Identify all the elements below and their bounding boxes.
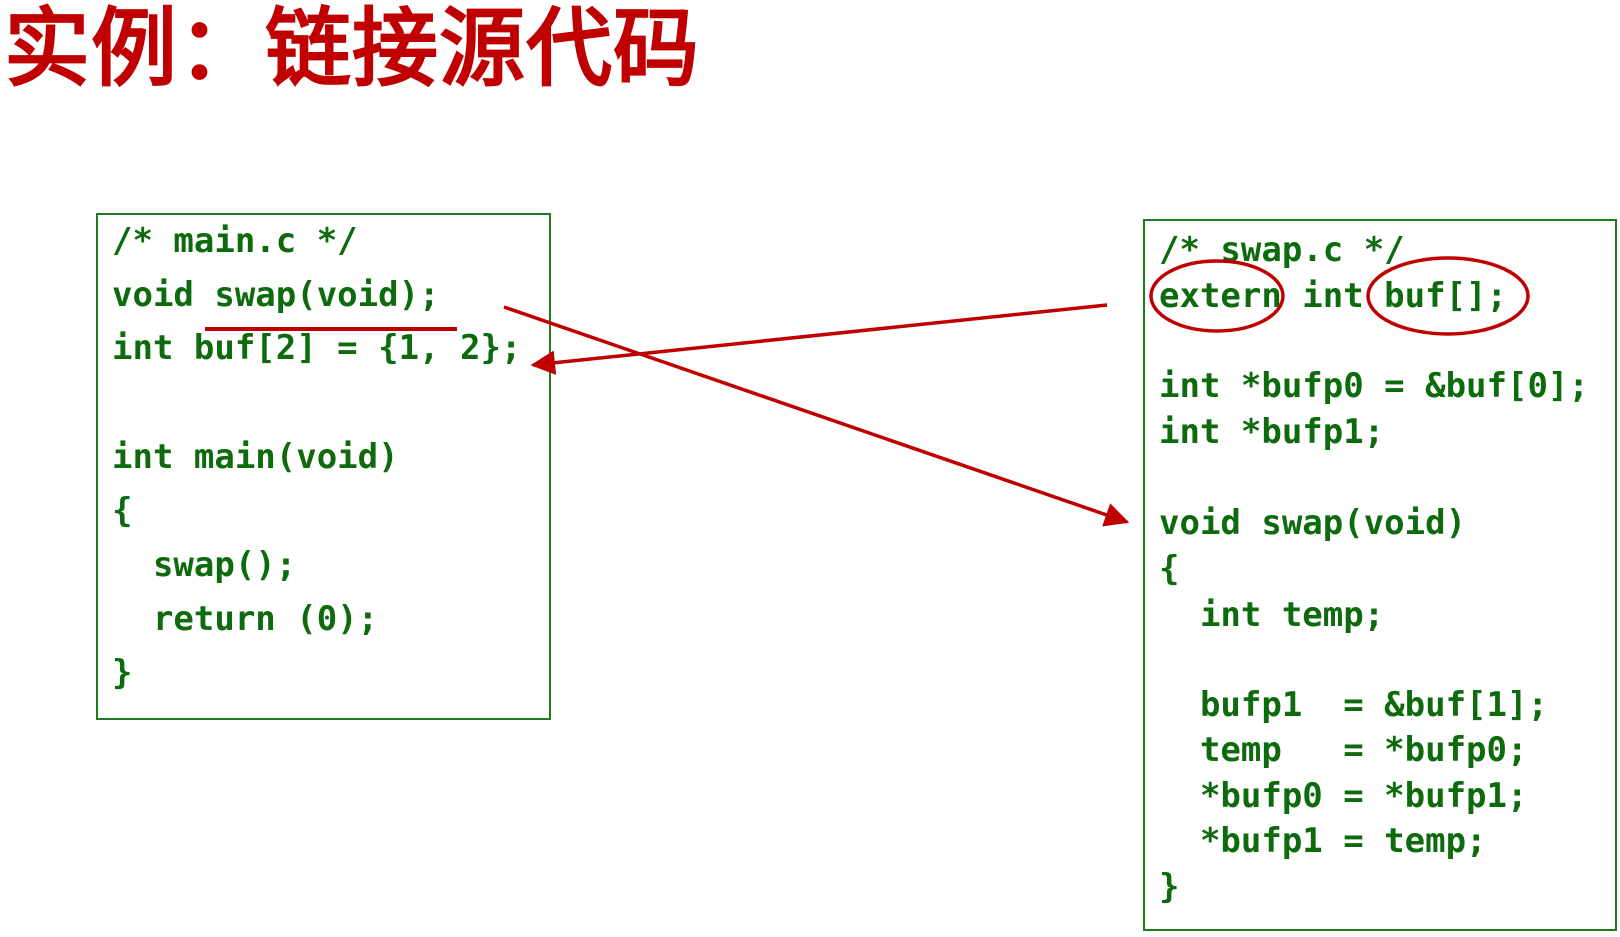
code-line: void swap(void): [1159, 503, 1467, 543]
arrow-swap-decl-to-definition: [503, 305, 1130, 527]
code-line: /* swap.c */: [1159, 230, 1405, 270]
code-line: int *bufp1;: [1159, 412, 1385, 452]
code-line: /* main.c */: [112, 221, 358, 261]
arrow-extern-to-buf-definition: [530, 303, 1108, 375]
main-c-code-box: /* main.c */ void swap(void); int buf[2]…: [96, 213, 551, 720]
code-line: {: [1159, 549, 1180, 589]
code-line: int buf[2] = {1, 2};: [112, 328, 522, 368]
code-line: *bufp0 = *bufp1;: [1159, 776, 1528, 816]
slide-title: 实例：链接源代码: [4, 0, 700, 99]
code-line: int *bufp0 = &buf[0];: [1159, 366, 1589, 406]
code-line: *bufp1 = temp;: [1159, 821, 1487, 861]
code-line: void swap(void);: [112, 275, 440, 315]
code-line: }: [1159, 867, 1180, 907]
code-line: temp = *bufp0;: [1159, 730, 1528, 770]
code-line: bufp1 = &buf[1];: [1159, 685, 1548, 725]
code-line: int temp;: [1159, 595, 1385, 635]
code-line: {: [112, 491, 133, 531]
swap-c-code-box: /* swap.c */ extern int buf[]; int *bufp…: [1143, 219, 1617, 931]
code-line: }: [112, 653, 133, 693]
code-line: swap();: [112, 545, 297, 585]
code-line: int main(void): [112, 437, 399, 477]
code-line: return (0);: [112, 599, 379, 639]
code-line: extern int buf[];: [1159, 276, 1507, 316]
